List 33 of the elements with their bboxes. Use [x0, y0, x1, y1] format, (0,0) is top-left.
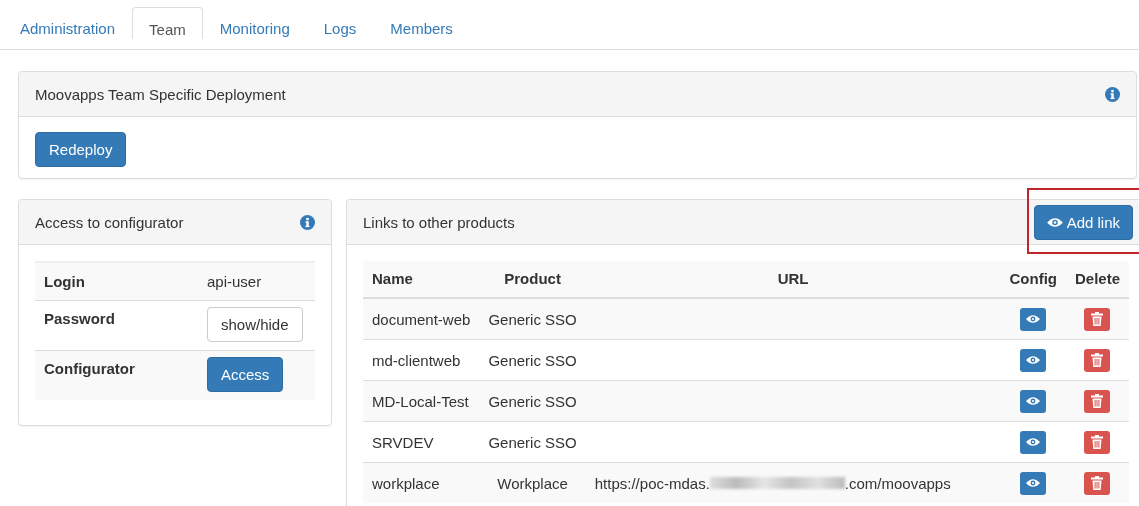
table-cell: workplace: [372, 474, 440, 492]
panel-title: Moovapps Team Specific Deployment: [35, 85, 286, 103]
table-cell: Generic SSO: [488, 310, 577, 328]
column-header: Delete: [1074, 270, 1120, 287]
tab[interactable]: Team: [132, 7, 203, 39]
column-header: Config: [1009, 270, 1057, 287]
row-label: Configurator: [44, 360, 135, 377]
column-header: Name: [372, 270, 413, 287]
table-cell: md-clientweb: [372, 351, 461, 369]
add-link-button[interactable]: Add link: [1033, 204, 1133, 240]
table-cell: MD-Local-Test: [372, 392, 469, 410]
tab[interactable]: Administration: [3, 7, 133, 38]
url-start: https://poc-mdas.: [594, 474, 710, 492]
table-cell: Generic SSO: [488, 392, 577, 410]
url-end: .com/moovapps: [844, 474, 951, 492]
table-cell: SRVDEV: [372, 433, 434, 451]
column-header: URL: [777, 270, 809, 287]
login-value: api-user: [207, 273, 262, 290]
tab[interactable]: Logs: [306, 7, 374, 38]
show-hide-button[interactable]: show/hide: [207, 307, 303, 342]
panel-title: Access to configurator: [35, 213, 184, 231]
row-label: Login: [44, 273, 85, 290]
redeploy-button[interactable]: Redeploy: [35, 132, 127, 167]
panel-title: Links to other products: [363, 213, 515, 231]
table-cell: Workplace: [497, 474, 568, 492]
access-button[interactable]: Access: [207, 357, 284, 392]
table-cell: Generic SSO: [488, 433, 577, 451]
column-header: Product: [504, 270, 561, 287]
row-label: Password: [44, 310, 115, 327]
table-cell: document-web: [372, 310, 471, 328]
tab[interactable]: Monitoring: [202, 7, 307, 38]
table-cell: Generic SSO: [488, 351, 577, 369]
tab[interactable]: Members: [373, 7, 470, 38]
